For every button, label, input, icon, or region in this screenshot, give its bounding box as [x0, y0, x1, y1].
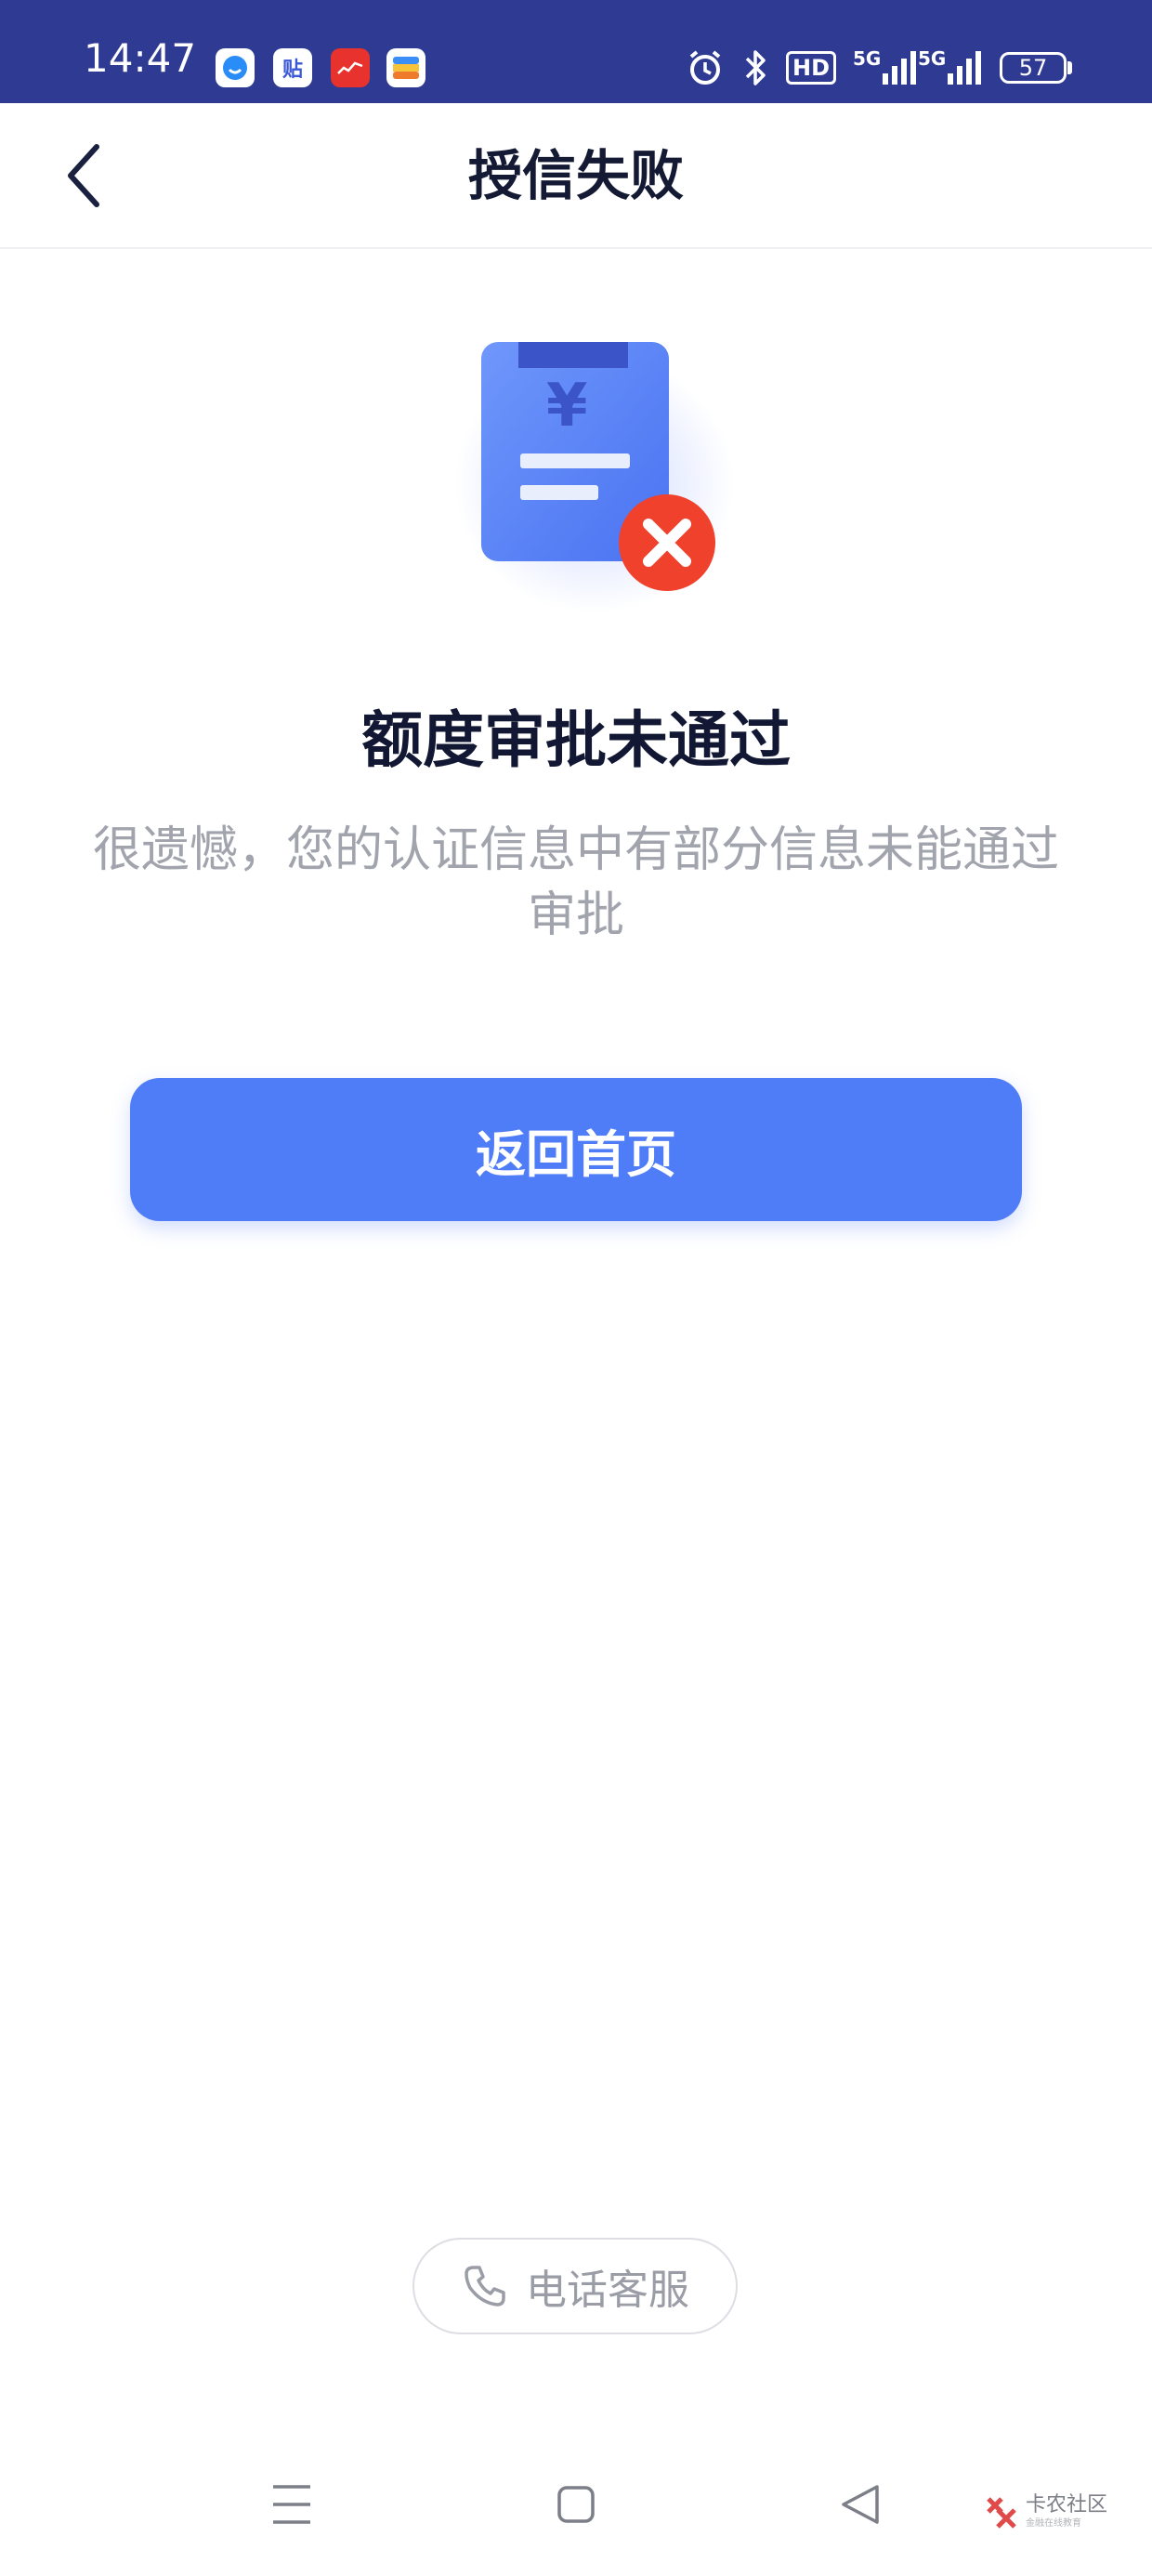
phone-service-button[interactable]: 电话客服	[412, 2238, 738, 2334]
status-bar: 14:47 贴 HD 5G 5G 57	[0, 0, 1152, 103]
bluetooth-icon	[741, 46, 769, 89]
phone-icon	[465, 2266, 505, 2307]
red-app-icon	[331, 48, 370, 87]
hd-icon: HD	[786, 46, 837, 89]
watermark-main-text: 卡农社区	[1026, 2493, 1108, 2517]
back-nav-icon[interactable]	[834, 2474, 886, 2535]
alarm-icon	[686, 46, 725, 89]
tieba-app-glyph: 贴	[281, 59, 303, 82]
rejected-document-icon: ¥	[446, 325, 743, 623]
result-description: 很遗憾，您的认证信息中有部分信息未能通过审批	[92, 822, 1059, 943]
signal-5g-icon-2: 5G	[918, 46, 983, 89]
hd-label: HD	[786, 51, 837, 85]
result-title: 额度审批未通过	[361, 704, 791, 776]
battery-level: 57	[1018, 55, 1048, 81]
nav-bar: 授信失败	[0, 103, 1152, 249]
home-icon[interactable]	[550, 2474, 602, 2535]
page-title: 授信失败	[467, 144, 684, 207]
network-label-1: 5G	[853, 47, 882, 70]
watermark-sub-text: 金融在线教育	[1026, 2518, 1081, 2529]
watermark-logo-icon	[987, 2497, 1016, 2529]
status-time: 14:47	[84, 35, 197, 81]
battery-icon: 57	[1000, 52, 1067, 84]
return-home-button[interactable]: 返回首页	[130, 1078, 1022, 1221]
phone-service-label: 电话客服	[526, 2267, 689, 2314]
menu-icon[interactable]	[266, 2474, 318, 2535]
system-nav-bar	[0, 2453, 1152, 2556]
signal-5g-icon: 5G	[853, 46, 918, 89]
network-label-2: 5G	[918, 47, 947, 70]
svg-text:¥: ¥	[546, 372, 588, 440]
chat-app-icon	[216, 48, 255, 87]
wallet-app-icon	[386, 48, 425, 87]
return-home-label: 返回首页	[476, 1126, 676, 1183]
battery-tip	[1067, 61, 1072, 74]
tieba-app-icon: 贴	[273, 48, 312, 87]
watermark: 卡农社区 金融在线教育	[983, 2493, 1107, 2530]
